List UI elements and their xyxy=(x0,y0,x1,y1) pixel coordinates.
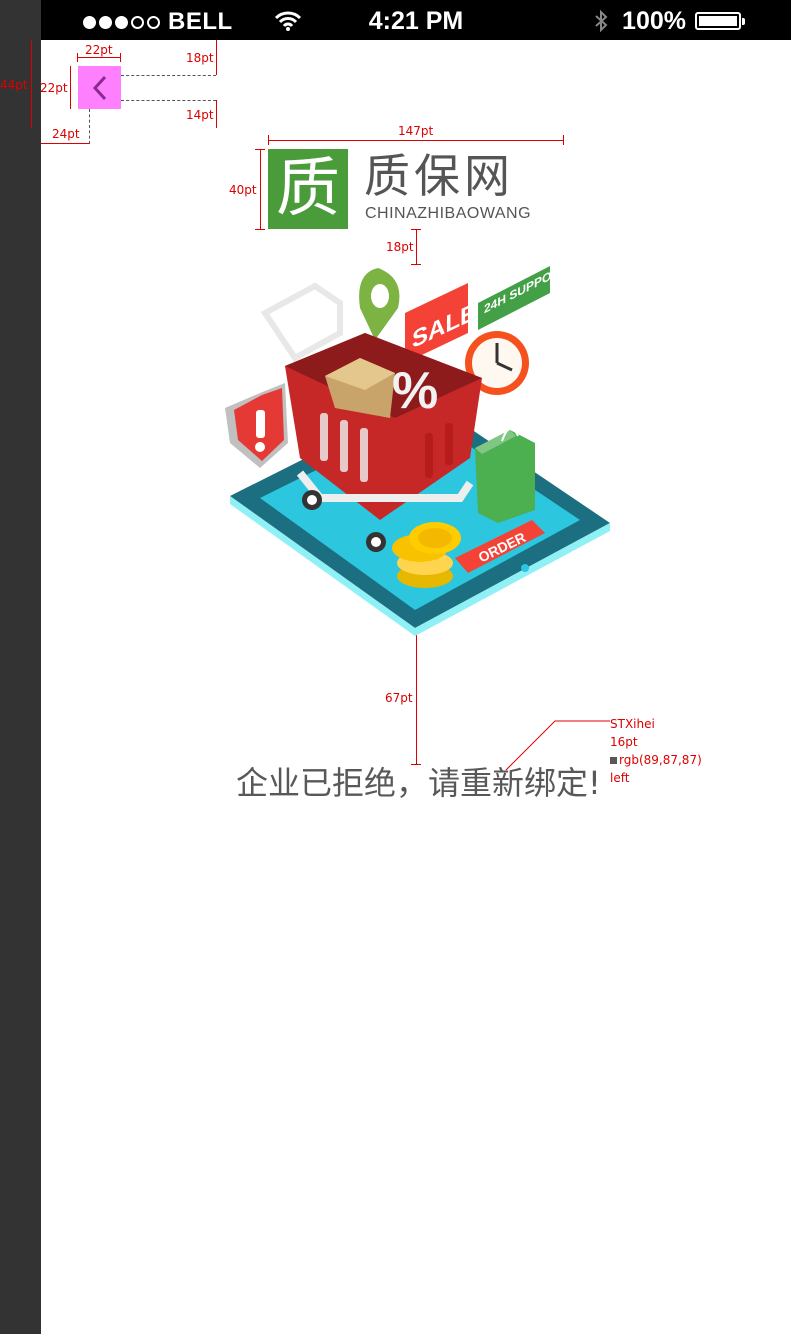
annotation-line xyxy=(216,100,217,128)
annotation-line xyxy=(255,229,265,230)
annotation-text-gap: 67pt xyxy=(385,691,413,705)
shield-icon xyxy=(225,383,288,468)
location-pin-icon xyxy=(359,268,400,340)
font-spec-color: rgb(89,87,87) xyxy=(610,751,702,769)
status-bar: BELL 4:21 PM 100% xyxy=(41,0,791,40)
annotation-bottom-gap: 14pt xyxy=(186,108,214,122)
annotation-line xyxy=(120,53,121,62)
annotation-back-width: 22pt xyxy=(85,43,113,57)
logo-english-name: CHINAZHIBAOWANG xyxy=(365,205,532,222)
annotation-line xyxy=(216,40,217,75)
annotation-top-gap: 18pt xyxy=(186,51,214,65)
annotation-line xyxy=(121,100,216,101)
svg-text:24H SUPPORT: 24H SUPPORT xyxy=(484,260,568,317)
annotation-logo-gap: 18pt xyxy=(386,240,414,254)
annotation-line xyxy=(31,40,32,128)
logo-mark: 质 xyxy=(268,149,348,229)
rejection-message: 企业已拒绝，请重新绑定! xyxy=(236,764,601,802)
bluetooth-icon xyxy=(595,9,608,33)
annotation-line xyxy=(70,66,71,109)
annotation-line xyxy=(411,229,421,230)
annotation-line xyxy=(563,135,564,145)
brand-logo: 质 质保网 CHINAZHIBAOWANG xyxy=(268,149,564,229)
annotation-line xyxy=(77,53,78,62)
annotation-logo-width: 147pt xyxy=(398,124,434,138)
annotation-line xyxy=(77,57,121,58)
annotation-line xyxy=(41,143,89,144)
font-spec: STXihei 16pt rgb(89,87,87) left xyxy=(610,715,702,787)
annotation-nav-height: 44pt xyxy=(0,78,28,92)
battery-icon xyxy=(695,12,745,30)
annotation-line xyxy=(416,630,417,765)
annotation-logo-height: 40pt xyxy=(229,183,257,197)
left-gutter xyxy=(0,0,41,1334)
annotation-line xyxy=(268,140,564,141)
font-spec-align: left xyxy=(610,771,630,785)
annotation-left-gap: 24pt xyxy=(52,127,80,141)
sale-sign: SALE xyxy=(405,283,476,363)
annotation-line xyxy=(121,75,216,76)
annotation-line xyxy=(255,149,265,150)
font-spec-name: STXihei xyxy=(610,717,655,731)
shopping-cart-illustration: SALE 24H SUPPORT % ORDER xyxy=(225,260,610,636)
annotation-back-height: 22pt xyxy=(40,81,68,95)
battery-percent: 100% xyxy=(622,7,686,35)
annotation-line xyxy=(268,135,269,145)
chevron-left-icon xyxy=(92,75,106,100)
font-spec-size: 16pt xyxy=(610,735,638,749)
annotation-line xyxy=(89,109,90,144)
svg-text:%: % xyxy=(392,362,438,420)
logo-chinese-name: 质保网 xyxy=(364,149,514,203)
annotation-line xyxy=(260,149,261,229)
support-sign: 24H SUPPORT xyxy=(478,260,568,330)
back-button[interactable] xyxy=(78,66,121,109)
